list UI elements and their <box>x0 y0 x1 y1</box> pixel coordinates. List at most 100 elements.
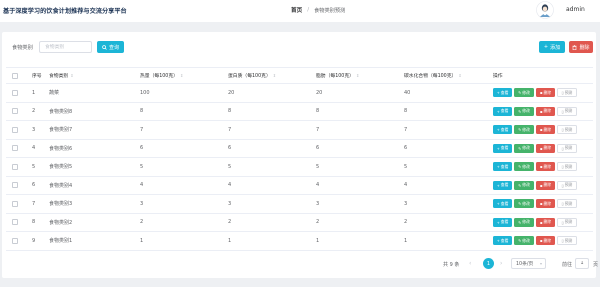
row-checkbox[interactable] <box>12 108 18 115</box>
bulk-delete-button[interactable]: 删除 <box>569 41 593 53</box>
predict-button[interactable]: ▯ 预测 <box>557 125 577 135</box>
row-calories: 6 <box>140 145 144 152</box>
row-protein: 5 <box>228 163 232 170</box>
row-calories: 1 <box>140 237 144 244</box>
sort-icon[interactable]: ⇕ <box>273 73 276 78</box>
predict-button[interactable]: ▯ 预测 <box>557 143 577 153</box>
row-carbs: 7 <box>404 126 408 133</box>
row-index: 7 <box>32 200 36 207</box>
predict-button[interactable]: ▯ 预测 <box>557 106 577 116</box>
predict-button[interactable]: ▯ 预测 <box>557 180 577 190</box>
user-avatar-icon[interactable] <box>536 1 554 19</box>
predict-button[interactable]: ▯ 预测 <box>557 236 577 246</box>
view-button[interactable]: + 查看 <box>493 199 512 209</box>
edit-button[interactable]: ✎ 修改 <box>514 106 534 116</box>
food-category-search-input[interactable] <box>39 41 92 53</box>
delete-button[interactable]: ▪ 删除 <box>536 88 555 98</box>
row-fat: 1 <box>316 237 320 244</box>
row-protein: 20 <box>228 89 235 96</box>
document-icon: ▯ <box>561 164 564 170</box>
plus-icon: + <box>496 201 500 207</box>
edit-icon: ✎ <box>518 145 522 151</box>
delete-button[interactable]: ▪ 删除 <box>536 236 555 246</box>
sort-icon[interactable]: ⇕ <box>180 73 183 78</box>
filter-label: 食物类别 <box>12 45 33 51</box>
delete-button[interactable]: ▪ 删除 <box>536 125 555 135</box>
row-carbs: 2 <box>404 219 408 226</box>
row-calories: 2 <box>140 219 144 226</box>
column-header-category[interactable]: 食物类别 ⇕ <box>49 68 74 83</box>
table-row: 7 食物类别3 3 3 3 3 + 查看 ✎ 修改 ▪ 删除 ▯ 预测 <box>6 195 593 214</box>
row-carbs: 8 <box>404 108 408 115</box>
row-fat: 3 <box>316 200 320 207</box>
page-size-select[interactable]: 10条/页 ▾ <box>511 258 546 269</box>
row-checkbox[interactable] <box>12 200 18 207</box>
row-actions: + 查看 ✎ 修改 ▪ 删除 ▯ 预测 <box>493 232 577 250</box>
view-button[interactable]: + 查看 <box>493 88 512 98</box>
column-header-fat[interactable]: 脂肪（每100克） ⇕ <box>316 68 359 83</box>
edit-button[interactable]: ✎ 修改 <box>514 125 534 135</box>
goto-page-input[interactable] <box>575 258 589 269</box>
delete-button[interactable]: ▪ 删除 <box>536 106 555 116</box>
predict-button[interactable]: ▯ 预测 <box>557 217 577 227</box>
column-header-protein[interactable]: 蛋白质（每100克） ⇕ <box>228 68 276 83</box>
row-category: 食物类别1 <box>49 238 73 245</box>
edit-icon: ✎ <box>518 238 522 244</box>
delete-button[interactable]: ▪ 删除 <box>536 199 555 209</box>
row-actions: + 查看 ✎ 修改 ▪ 删除 ▯ 预测 <box>493 177 577 195</box>
column-header-calories[interactable]: 热量（每100克） ⇕ <box>140 68 183 83</box>
row-checkbox[interactable] <box>12 145 18 152</box>
view-button[interactable]: + 查看 <box>493 236 512 246</box>
row-protein: 6 <box>228 145 232 152</box>
sort-icon[interactable]: ⇕ <box>458 73 461 78</box>
delete-button[interactable]: ▪ 删除 <box>536 143 555 153</box>
row-actions: + 查看 ✎ 修改 ▪ 删除 ▯ 预测 <box>493 140 577 158</box>
add-button[interactable]: + 添加 <box>539 41 565 53</box>
sort-icon[interactable]: ⇕ <box>356 73 359 78</box>
row-checkbox[interactable] <box>12 219 18 226</box>
delete-button[interactable]: ▪ 删除 <box>536 217 555 227</box>
row-checkbox[interactable] <box>12 126 18 133</box>
row-index: 8 <box>32 219 36 226</box>
page-number-current[interactable]: 1 <box>483 258 494 269</box>
edit-button[interactable]: ✎ 修改 <box>514 236 534 246</box>
delete-button[interactable]: ▪ 删除 <box>536 162 555 172</box>
breadcrumb-home[interactable]: 首页 <box>291 6 302 14</box>
view-button[interactable]: + 查看 <box>493 180 512 190</box>
view-button[interactable]: + 查看 <box>493 106 512 116</box>
column-header-carbs[interactable]: 碳水化合物（每100克） ⇕ <box>404 68 462 83</box>
delete-button[interactable]: ▪ 删除 <box>536 180 555 190</box>
edit-button[interactable]: ✎ 修改 <box>514 199 534 209</box>
row-carbs: 3 <box>404 200 408 207</box>
sort-icon[interactable]: ⇕ <box>70 73 73 78</box>
search-button[interactable]: 查询 <box>97 41 124 53</box>
breadcrumb-separator: / <box>307 7 310 13</box>
row-checkbox[interactable] <box>12 182 18 189</box>
view-button[interactable]: + 查看 <box>493 143 512 153</box>
view-button[interactable]: + 查看 <box>493 162 512 172</box>
edit-button[interactable]: ✎ 修改 <box>514 180 534 190</box>
trash-icon: ▪ <box>539 201 543 207</box>
predict-button[interactable]: ▯ 预测 <box>557 162 577 172</box>
row-checkbox[interactable] <box>12 163 18 170</box>
prev-page-icon[interactable]: ‹ <box>469 260 471 267</box>
plus-icon: + <box>496 90 500 96</box>
edit-button[interactable]: ✎ 修改 <box>514 217 534 227</box>
plus-icon: + <box>496 127 500 133</box>
add-button-label: 添加 <box>550 44 561 51</box>
predict-button[interactable]: ▯ 预测 <box>557 88 577 98</box>
username[interactable]: admin <box>566 6 585 13</box>
row-carbs: 1 <box>404 237 408 244</box>
row-actions: + 查看 ✎ 修改 ▪ 删除 ▯ 预测 <box>493 103 577 121</box>
select-all-checkbox[interactable] <box>12 72 18 79</box>
edit-button[interactable]: ✎ 修改 <box>514 88 534 98</box>
row-checkbox[interactable] <box>12 237 18 244</box>
predict-button[interactable]: ▯ 预测 <box>557 199 577 209</box>
view-button[interactable]: + 查看 <box>493 125 512 135</box>
edit-button[interactable]: ✎ 修改 <box>514 162 534 172</box>
next-page-icon[interactable]: › <box>500 260 502 267</box>
edit-icon: ✎ <box>518 90 522 96</box>
row-checkbox[interactable] <box>12 89 18 96</box>
edit-button[interactable]: ✎ 修改 <box>514 143 534 153</box>
view-button[interactable]: + 查看 <box>493 217 512 227</box>
